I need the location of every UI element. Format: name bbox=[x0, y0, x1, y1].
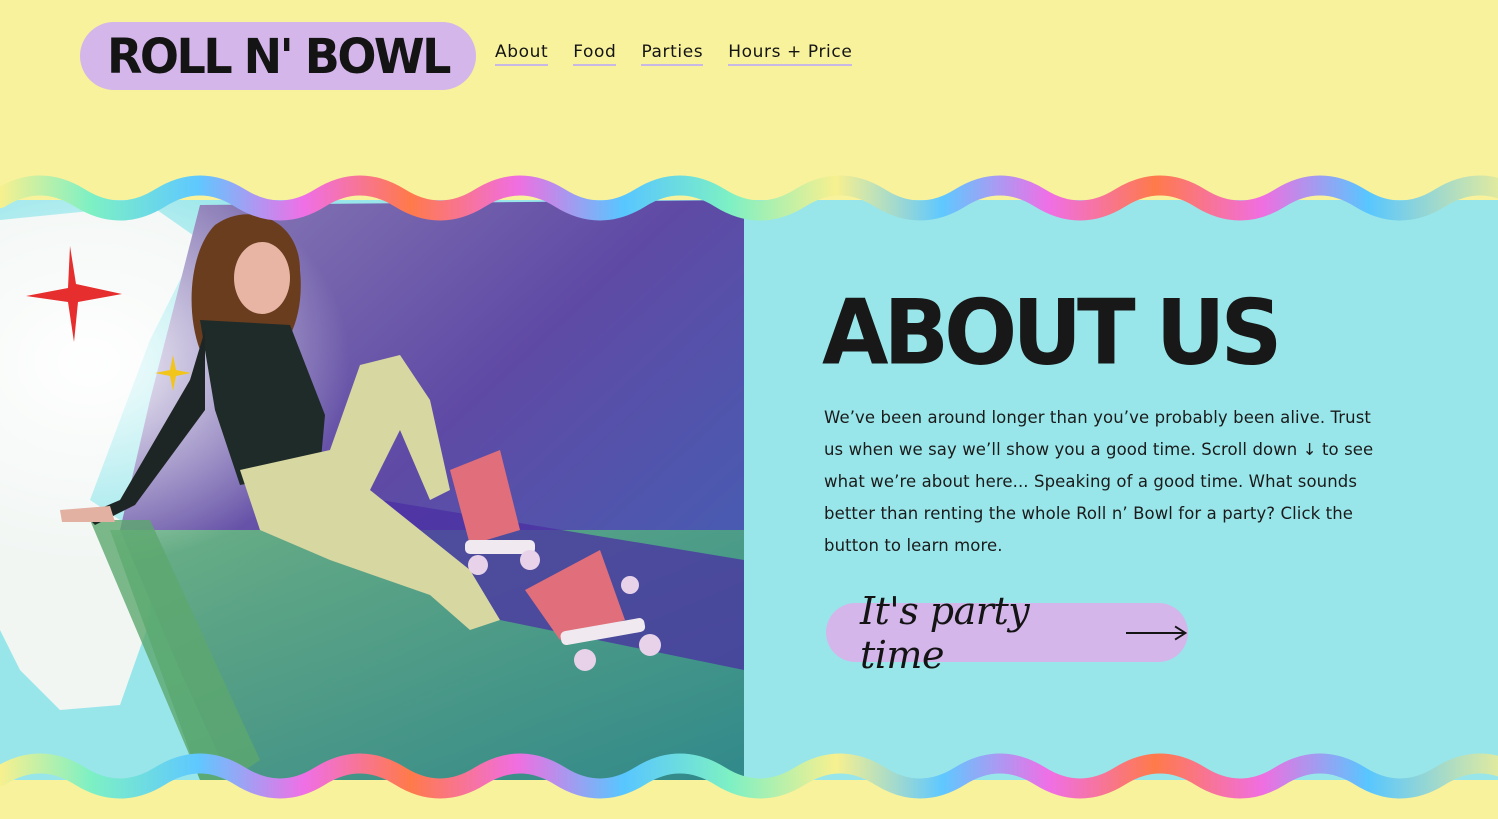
site-header: ROLL N' BOWL About Food Parties Hours + … bbox=[0, 0, 1498, 185]
about-title: ABOUT US bbox=[822, 280, 1282, 386]
arrow-right-icon bbox=[1125, 625, 1187, 640]
nav-link-parties[interactable]: Parties bbox=[641, 42, 704, 66]
party-cta-button[interactable]: It's party time bbox=[826, 589, 1188, 677]
rainbow-wave-bottom bbox=[0, 753, 1498, 799]
rainbow-wave-top bbox=[0, 175, 1498, 221]
logo[interactable]: ROLL N' BOWL bbox=[80, 22, 476, 90]
sparkle-icon-yellow bbox=[155, 355, 191, 391]
nav-link-about[interactable]: About bbox=[495, 42, 549, 66]
nav-link-hours-price[interactable]: Hours + Price bbox=[728, 42, 853, 66]
main-nav: About Food Parties Hours + Price bbox=[495, 42, 877, 66]
nav-link-food[interactable]: Food bbox=[573, 42, 617, 66]
logo-text: ROLL N' BOWL bbox=[107, 27, 451, 85]
about-body: We’ve been around longer than you’ve pro… bbox=[824, 408, 1374, 555]
party-cta-label: It's party time bbox=[860, 588, 1030, 677]
sparkle-icon-red bbox=[26, 246, 122, 342]
